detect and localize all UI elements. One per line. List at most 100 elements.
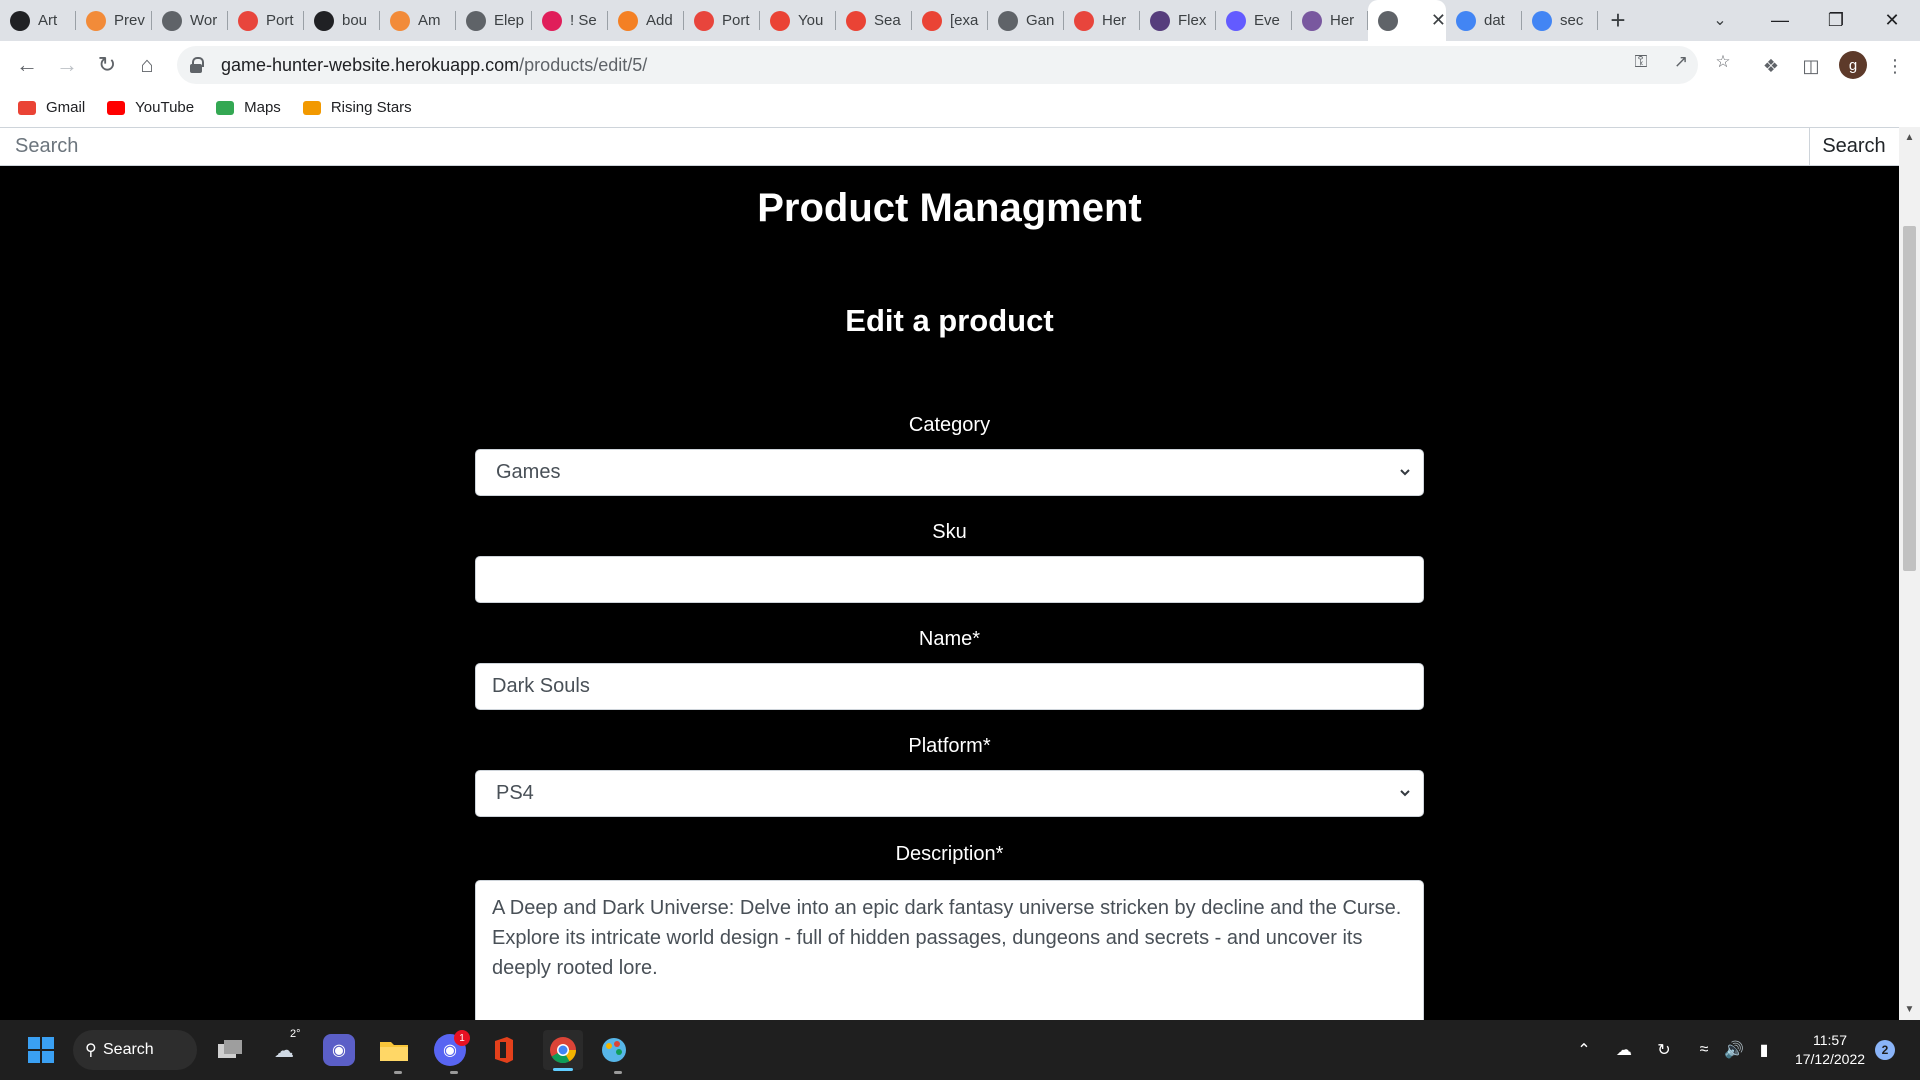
menu-kebab-icon[interactable]: ⋮ (1880, 53, 1910, 79)
github-icon (314, 10, 334, 31)
browser-tab[interactable]: Port (684, 0, 760, 41)
scroll-down-arrow-icon[interactable]: ▼ (1899, 999, 1920, 1020)
key-icon[interactable]: ⚿ (1630, 51, 1652, 73)
task-view-icon[interactable] (214, 1034, 246, 1066)
site-search-input[interactable] (0, 128, 1809, 165)
tab-title: Elep (494, 12, 525, 29)
minimize-button[interactable]: — (1752, 0, 1808, 41)
browser-tab[interactable]: Her (1064, 0, 1140, 41)
side-panel-icon[interactable]: ◫ (1796, 53, 1826, 79)
gmail-icon (922, 10, 942, 31)
tab-title: You (798, 12, 824, 29)
youtube-icon (107, 100, 126, 115)
browser-tab[interactable]: [exa (912, 0, 988, 41)
windows-taskbar: ⚲ Search ☁ 2° ◉ ◉ 1 ⌃ ☁ ↻ ≈ 🔊 ▮ 11:57 17… (0, 1020, 1920, 1080)
volume-icon[interactable]: 🔊 (1722, 1038, 1746, 1062)
tab-title: Prev (114, 12, 145, 29)
browser-tab[interactable]: Add (608, 0, 684, 41)
profile-avatar[interactable]: g (1839, 51, 1867, 79)
tab-active[interactable]: ✕ (1368, 0, 1446, 41)
description-textarea[interactable]: A Deep and Dark Universe: Delve into an … (475, 880, 1424, 1030)
bookmark-rising-stars[interactable]: Rising Stars (302, 99, 412, 116)
reload-icon[interactable]: ↻ (92, 50, 122, 80)
browser-tab[interactable]: Port (228, 0, 304, 41)
chrome-taskbar-icon[interactable] (543, 1030, 583, 1071)
scroll-thumb[interactable] (1903, 226, 1916, 571)
category-select[interactable]: Games (475, 449, 1424, 496)
extensions-puzzle-icon[interactable]: ❖ (1756, 53, 1786, 79)
forward-arrow-icon[interactable]: → (52, 50, 82, 80)
browser-tab[interactable]: Gan (988, 0, 1064, 41)
browser-toolbar: ← → ↻ ⌂ game-hunter-website.herokuapp.co… (0, 41, 1920, 89)
onedrive-icon[interactable]: ☁ (1612, 1038, 1636, 1062)
close-window-button[interactable]: ✕ (1864, 0, 1920, 41)
tab-search-chevron-icon[interactable]: ⌄ (1706, 6, 1734, 34)
clock-date: 17/12/2022 (1794, 1051, 1866, 1067)
browser-tab[interactable]: Art (0, 0, 76, 41)
gmail-icon (18, 100, 36, 115)
wifi-icon[interactable]: ≈ (1692, 1038, 1716, 1062)
browser-tab[interactable]: Elep (456, 0, 532, 41)
heroku-icon (1302, 10, 1322, 31)
browser-tab[interactable]: Prev (76, 0, 152, 41)
windows-start-icon[interactable] (25, 1034, 57, 1066)
discord-icon[interactable]: ◉ 1 (434, 1030, 470, 1074)
show-hidden-icons-chevron-icon[interactable]: ⌃ (1572, 1038, 1596, 1062)
home-icon[interactable]: ⌂ (132, 50, 162, 80)
taskbar-clock[interactable]: 11:57 17/12/2022 (1785, 1031, 1875, 1069)
weather-widget-icon[interactable]: ☁ 2° (268, 1028, 301, 1066)
page-scrollbar[interactable]: ▲ ▼ (1899, 127, 1920, 1020)
paint-app-icon[interactable] (598, 1034, 630, 1074)
taskbar-search-button[interactable]: ⚲ Search (73, 1030, 197, 1070)
scroll-up-arrow-icon[interactable]: ▲ (1899, 127, 1920, 148)
teams-chat-icon[interactable]: ◉ (323, 1034, 355, 1066)
browser-tab[interactable]: dat (1446, 0, 1522, 41)
name-value: Dark Souls (492, 675, 590, 697)
close-tab-icon[interactable]: ✕ (1431, 10, 1446, 31)
restore-button[interactable]: ❐ (1808, 0, 1864, 41)
address-bar[interactable]: game-hunter-website.herokuapp.com/produc… (177, 46, 1698, 84)
platform-select[interactable]: PS4 (475, 770, 1424, 817)
tab-title: ! Se (570, 12, 597, 29)
platform-label: Platform* (908, 735, 991, 757)
browser-tab[interactable]: Sea (836, 0, 912, 41)
office-icon[interactable] (488, 1034, 520, 1066)
browser-tab[interactable]: bou (304, 0, 380, 41)
tab-title: Port (722, 12, 750, 29)
stack-icon (618, 10, 638, 31)
opera-icon (238, 10, 258, 31)
bookmark-maps[interactable]: Maps (216, 99, 281, 116)
github-icon (10, 10, 30, 31)
bookmark-youtube[interactable]: YouTube (107, 99, 194, 116)
name-input[interactable]: Dark Souls (475, 663, 1424, 710)
chevron-down-icon (1400, 469, 1410, 476)
browser-tab[interactable]: Wor (152, 0, 228, 41)
bookmark-star-icon[interactable]: ☆ (1712, 51, 1734, 73)
preview-icon (86, 10, 106, 31)
cloud-icon: ☁ (274, 1039, 294, 1062)
lock-icon[interactable] (189, 57, 204, 73)
back-arrow-icon[interactable]: ← (12, 50, 42, 80)
browser-tab[interactable]: Flex (1140, 0, 1216, 41)
browser-tab[interactable]: You (760, 0, 836, 41)
new-tab-button[interactable]: + (1598, 0, 1638, 41)
notification-count-badge[interactable]: 2 (1875, 1040, 1895, 1060)
tab-title: Her (1330, 12, 1355, 29)
browser-tab[interactable]: Am (380, 0, 456, 41)
bookmark-label: Gmail (46, 99, 86, 116)
site-search-button[interactable]: Search (1809, 128, 1898, 165)
sku-input[interactable] (475, 556, 1424, 603)
browser-tab[interactable]: Her (1292, 0, 1368, 41)
bookmark-gmail[interactable]: Gmail (18, 99, 85, 116)
browser-tab[interactable]: Eve (1216, 0, 1292, 41)
clock-time: 11:57 (1813, 1032, 1847, 1048)
file-explorer-icon[interactable] (378, 1034, 410, 1074)
battery-icon[interactable]: ▮ (1752, 1038, 1776, 1062)
bookmarks-bar: Gmail YouTube Maps Rising Stars (0, 89, 1920, 126)
share-icon[interactable]: ↗ (1670, 51, 1692, 73)
site-search-form: Search (0, 127, 1899, 166)
browser-tab[interactable]: sec (1522, 0, 1598, 41)
tab-title: Wor (190, 12, 218, 29)
sync-icon[interactable]: ↻ (1652, 1038, 1676, 1062)
browser-tab[interactable]: ! Se (532, 0, 608, 41)
